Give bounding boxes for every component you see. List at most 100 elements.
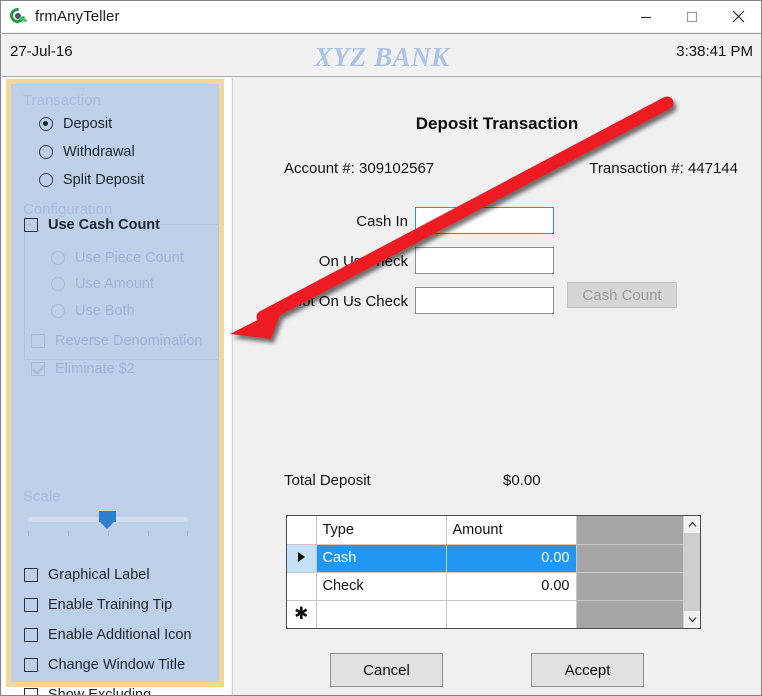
checkbox-eliminate-2-label: Eliminate $2: [55, 361, 135, 377]
options-panel: Transaction Deposit Withdrawal Split Dep…: [6, 79, 224, 695]
total-deposit-value: $0.00: [503, 472, 541, 489]
checkbox-enable-additional-icon-icon: [24, 628, 38, 642]
table-row[interactable]: Cash 0.00: [287, 544, 684, 573]
radio-use-piece-count-icon: [51, 251, 65, 265]
grid-corner-cell: [287, 516, 317, 545]
cell-amount[interactable]: 0.00: [446, 544, 577, 573]
cash-in-label: Cash In: [356, 213, 408, 230]
app-logo-icon: [7, 5, 28, 26]
checkbox-enable-training-tip[interactable]: Enable Training Tip: [24, 597, 172, 613]
scale-group-title: Scale: [23, 488, 61, 505]
radio-use-both-icon: [51, 304, 65, 318]
grid-scrollbar[interactable]: [683, 516, 700, 628]
on-us-check-label: On Us Check: [318, 253, 408, 270]
not-on-us-check-label: Not On Us Check: [291, 293, 408, 310]
scroll-up-icon[interactable]: [684, 516, 700, 533]
radio-deposit[interactable]: Deposit: [39, 116, 112, 132]
checkbox-eliminate-2: Eliminate $2: [31, 361, 135, 377]
sidebar-container: Transaction Deposit Withdrawal Split Dep…: [2, 78, 231, 695]
transaction-number-label: Transaction #: 447144: [589, 160, 738, 177]
maximize-icon[interactable]: [669, 1, 715, 32]
on-us-check-input[interactable]: [415, 247, 554, 274]
checkbox-change-window-title[interactable]: Change Window Title: [24, 657, 185, 673]
checkbox-change-window-title-icon: [24, 658, 38, 672]
app-window: frmAnyTeller 27-Jul-16 XYZ BANK 3:38:41 …: [0, 0, 762, 696]
bank-name-label: XYZ BANK: [314, 42, 450, 72]
checkbox-show-excluding-icon: [24, 688, 38, 695]
checkbox-graphical-label[interactable]: Graphical Label: [24, 567, 150, 583]
minimize-icon[interactable]: [623, 1, 669, 32]
radio-use-piece-count: Use Piece Count: [51, 250, 184, 266]
transaction-grid[interactable]: Type Amount Cash 0.00 Check 0.00 ✱: [286, 515, 701, 629]
cell-amount[interactable]: 0.00: [446, 572, 577, 601]
checkbox-enable-training-tip-text: Enable Training Tip: [48, 597, 173, 613]
grid-filler-cell: [576, 544, 684, 573]
checkbox-use-cash-count[interactable]: Use Cash Count: [24, 217, 160, 233]
scale-slider[interactable]: [28, 511, 188, 538]
grid-filler-cell: [576, 600, 684, 628]
banner-bar: 27-Jul-16 XYZ BANK 3:38:41 PM: [2, 33, 761, 77]
checkbox-graphical-label-text: Graphical Label: [48, 567, 150, 583]
radio-use-amount-label: Use Amount: [75, 276, 154, 292]
checkbox-enable-additional-icon[interactable]: Enable Additional Icon: [24, 627, 192, 643]
row-indicator: [287, 572, 317, 601]
main-panel: Deposit Transaction Account #: 309102567…: [232, 78, 761, 695]
radio-use-amount: Use Amount: [51, 276, 154, 292]
radio-use-both: Use Both: [51, 303, 135, 319]
window-controls: [623, 1, 761, 32]
total-deposit-label: Total Deposit: [284, 472, 371, 489]
cell-amount[interactable]: [446, 600, 577, 628]
scrollbar-thumb[interactable]: [684, 533, 700, 611]
cell-type[interactable]: [316, 600, 447, 628]
checkbox-enable-additional-icon-text: Enable Additional Icon: [48, 627, 192, 643]
checkbox-graphical-label-icon: [24, 568, 38, 582]
column-header-type[interactable]: Type: [316, 516, 447, 545]
checkbox-use-cash-count-label: Use Cash Count: [48, 217, 160, 233]
grid-filler-header: [576, 516, 684, 545]
radio-deposit-icon: [39, 117, 53, 131]
radio-split-deposit[interactable]: Split Deposit: [39, 172, 144, 188]
configuration-group-title: Configuration: [23, 201, 113, 218]
transaction-group-title: Transaction: [23, 92, 101, 109]
table-row[interactable]: Check 0.00: [287, 572, 684, 601]
close-icon[interactable]: [715, 1, 761, 32]
new-row-asterisk-icon: ✱: [287, 600, 317, 628]
radio-split-deposit-icon: [39, 173, 53, 187]
table-row-new[interactable]: ✱: [287, 600, 684, 628]
checkbox-show-excluding-text: Show Excluding: [48, 687, 152, 696]
radio-split-deposit-label: Split Deposit: [63, 172, 145, 188]
checkbox-eliminate-2-icon: [31, 362, 45, 376]
radio-use-amount-icon: [51, 277, 65, 291]
account-number-label: Account #: 309102567: [284, 160, 435, 177]
cash-count-button: Cash Count: [567, 282, 677, 308]
radio-deposit-label: Deposit: [63, 116, 113, 132]
checkbox-use-cash-count-icon: [24, 218, 38, 232]
column-header-amount[interactable]: Amount: [446, 516, 577, 545]
not-on-us-check-input[interactable]: [415, 287, 554, 314]
cell-type[interactable]: Check: [316, 572, 447, 601]
radio-use-piece-count-label: Use Piece Count: [75, 250, 184, 266]
title-bar: frmAnyTeller: [1, 1, 761, 32]
scroll-down-icon[interactable]: [684, 611, 700, 628]
checkbox-change-window-title-text: Change Window Title: [48, 657, 186, 673]
radio-withdrawal-icon: [39, 145, 53, 159]
radio-withdrawal[interactable]: Withdrawal: [39, 144, 135, 160]
checkbox-reverse-denomination-icon: [31, 334, 45, 348]
cell-type[interactable]: Cash: [316, 544, 447, 573]
checkbox-reverse-denomination: Reverse Denomination: [31, 333, 203, 349]
window-title: frmAnyTeller: [35, 8, 120, 25]
cash-in-input[interactable]: [415, 207, 554, 234]
checkbox-reverse-denomination-label: Reverse Denomination: [55, 333, 203, 349]
banner-time: 3:38:41 PM: [676, 43, 753, 60]
scale-slider-thumb[interactable]: [99, 511, 116, 529]
page-title: Deposit Transaction: [415, 114, 579, 133]
grid-filler-cell: [576, 572, 684, 601]
checkbox-enable-training-tip-icon: [24, 598, 38, 612]
radio-use-both-label: Use Both: [75, 303, 135, 319]
table-header-row: Type Amount: [287, 516, 684, 545]
checkbox-show-excluding[interactable]: Show Excluding: [24, 687, 152, 696]
cancel-button[interactable]: Cancel: [330, 653, 443, 687]
radio-withdrawal-label: Withdrawal: [63, 144, 135, 160]
accept-button[interactable]: Accept: [531, 653, 644, 687]
current-row-arrow-icon: [287, 544, 317, 573]
